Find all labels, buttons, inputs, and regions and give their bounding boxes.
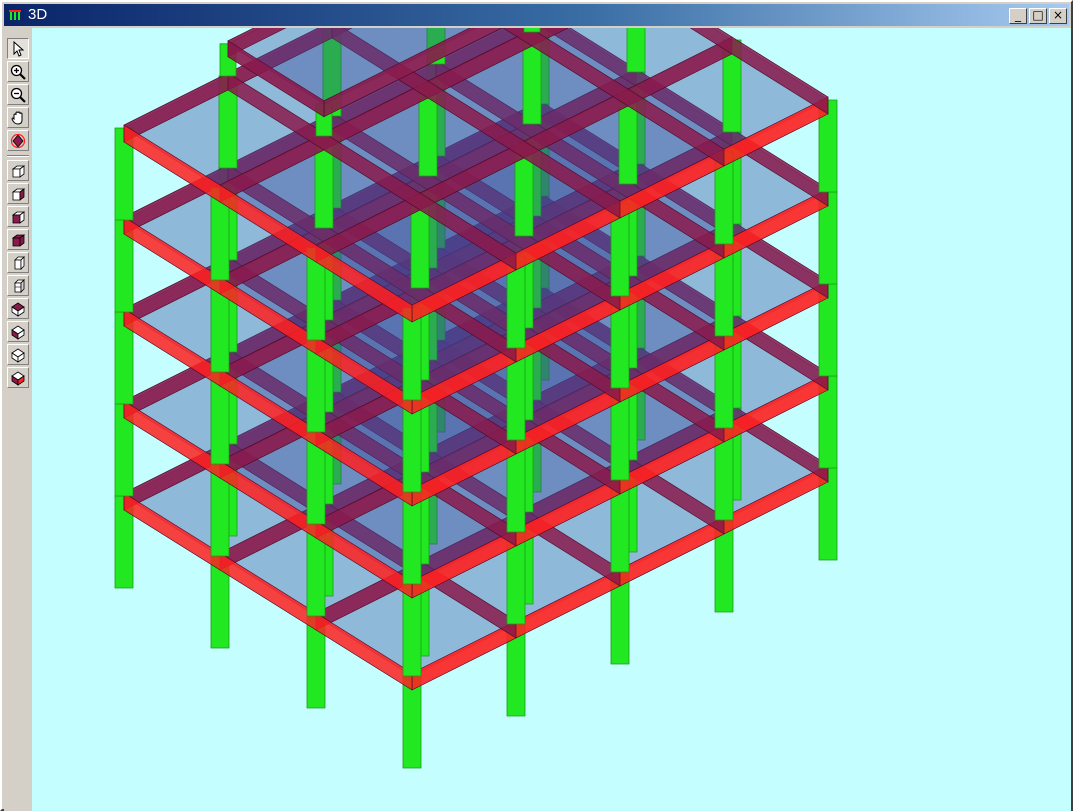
view-back-button[interactable] [7,344,29,365]
view-toolbar [4,28,32,811]
pan-button[interactable] [7,107,29,128]
view-iso-1-button[interactable] [7,160,29,181]
cube-top-icon [11,302,25,317]
zoom-out-button[interactable] [7,84,29,105]
view-iso-3-button[interactable] [7,206,29,227]
view-render-button[interactable] [7,367,29,388]
3d-viewport[interactable] [32,28,1071,811]
app-icon [8,9,24,21]
column [626,28,646,73]
cube-back-icon [11,348,25,363]
zoom-in-button[interactable] [7,61,29,82]
rotate-button[interactable] [7,130,29,151]
cursor-arrow-icon [13,41,25,57]
zoom-out-icon [10,87,26,103]
cube-iso-4-icon [11,234,26,247]
view-side-button[interactable] [7,275,29,296]
structural-model-3d[interactable] [32,28,1071,811]
select-tool-button[interactable] [7,38,29,59]
view-front-button[interactable] [7,252,29,273]
title-bar[interactable]: 3D _ □ × [4,4,1069,26]
zoom-in-icon [10,64,26,80]
view-iso-2-button[interactable] [7,183,29,204]
cube-front-icon [14,256,25,270]
model-3d-window: 3D _ □ × [0,0,1073,811]
cube-side-icon [14,279,25,293]
toolbar-separator [7,155,29,157]
view-iso-4-button[interactable] [7,229,29,250]
view-top-button[interactable] [7,298,29,319]
view-bottom-button[interactable] [7,321,29,342]
minimize-button[interactable]: _ [1009,8,1027,24]
roof-column [523,28,541,33]
cube-iso-1-icon [11,165,26,178]
maximize-button[interactable]: □ [1029,8,1047,24]
cube-render-icon [11,371,25,386]
hand-icon [11,111,23,125]
rotate-icon [10,133,26,149]
cube-bottom-icon [11,325,25,340]
close-button[interactable]: × [1049,8,1067,24]
cube-iso-3-icon [11,211,26,224]
window-title: 3D [28,6,48,23]
cube-iso-2-icon [11,188,26,201]
